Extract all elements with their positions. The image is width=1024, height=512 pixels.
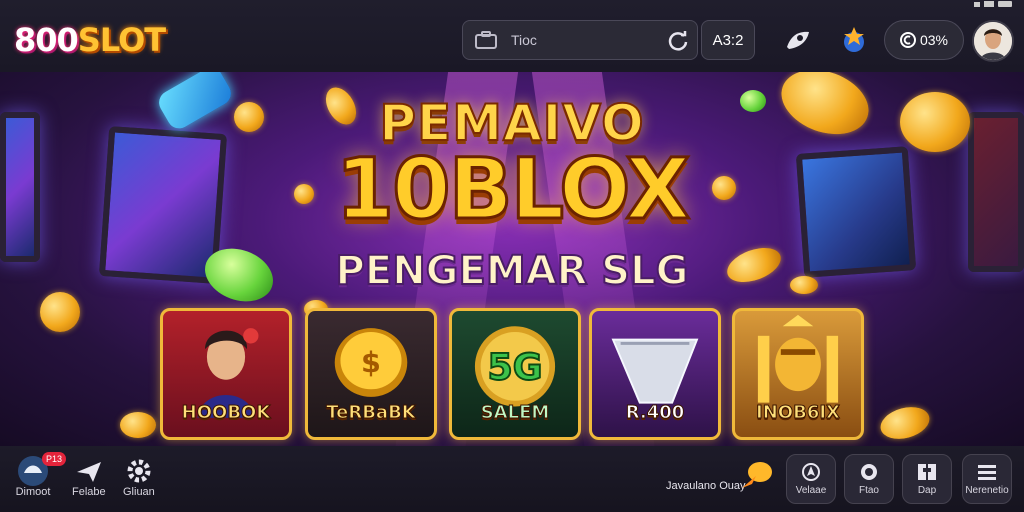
- search-text: Tioc: [511, 32, 537, 48]
- nav-label: Dimoot: [15, 486, 51, 498]
- nav-promo[interactable]: Felabe: [72, 456, 106, 498]
- map-icon: [918, 464, 936, 480]
- bottom-nav: P13 Dimoot Felabe Gliuan Javaulano Ouay …: [0, 446, 1024, 512]
- app-logo[interactable]: 800SLOT: [14, 20, 166, 60]
- notification-badge: P13: [42, 452, 67, 466]
- game-card[interactable]: INOB6IX: [732, 308, 864, 440]
- rocket-icon[interactable]: [780, 22, 816, 58]
- trophy-icon[interactable]: [836, 22, 872, 58]
- nav-home[interactable]: P13 Dimoot: [14, 452, 67, 498]
- top-bar: 800SLOT Tioc A3:2 03%: [0, 0, 1024, 72]
- nav-label: Gliuan: [123, 486, 155, 498]
- game-cards: HOOBOK $ TeRBaBK 5G SALEM R.400 INOB6IX: [160, 308, 872, 440]
- 5g-text: 5G: [487, 346, 542, 389]
- chip-icon: [861, 464, 877, 480]
- hero-title-main: 10BLOX: [334, 139, 692, 240]
- game-card[interactable]: 5G SALEM: [449, 308, 581, 440]
- velaae-button[interactable]: Velaae: [786, 454, 836, 504]
- user-avatar[interactable]: [972, 20, 1014, 62]
- refresh-icon[interactable]: [667, 30, 689, 52]
- code-button[interactable]: A3:2: [701, 20, 755, 60]
- game-card[interactable]: R.400: [589, 308, 721, 440]
- signal-icon: [974, 1, 1012, 7]
- game-card-label: SALEM: [480, 402, 550, 424]
- wallet-icon: [475, 31, 497, 49]
- gear-icon: [125, 456, 153, 486]
- menu-button[interactable]: Nerenetio: [962, 454, 1012, 504]
- game-card-label: HOOBOK: [181, 402, 271, 424]
- ftao-button[interactable]: Ftao: [844, 454, 894, 504]
- balance-display[interactable]: 03%: [884, 20, 964, 60]
- hero-banner[interactable]: PEMAIVO 10BLOX PENGEMAR SLG HOOBOK $ TeR…: [0, 72, 1024, 446]
- nav-settings[interactable]: Gliuan: [123, 456, 155, 498]
- coin-icon: [899, 32, 916, 48]
- svg-text:$: $: [361, 345, 381, 379]
- bonus-text[interactable]: Javaulano Ouay: [666, 480, 746, 492]
- game-card[interactable]: $ TeRBaBK: [305, 308, 437, 440]
- game-card[interactable]: HOOBOK: [160, 308, 292, 440]
- menu-icon: [978, 465, 996, 480]
- game-card-label: R.400: [625, 402, 685, 424]
- dap-button[interactable]: Dap: [902, 454, 952, 504]
- nav-label: Felabe: [72, 486, 106, 498]
- plane-icon: [75, 456, 103, 486]
- gold-rocket-icon[interactable]: [736, 458, 776, 494]
- game-card-label: INOB6IX: [756, 402, 841, 424]
- gold-coin-decor: [876, 402, 934, 444]
- status-icons: [914, 0, 1014, 8]
- search-bar[interactable]: Tioc: [462, 20, 698, 60]
- navigate-icon: [802, 463, 820, 481]
- gold-coin-decor: [120, 412, 156, 438]
- hero-subtitle: PENGEMAR SLG: [335, 247, 690, 295]
- game-card-label: TeRBaBK: [326, 402, 417, 424]
- gold-coin-decor: [40, 292, 80, 332]
